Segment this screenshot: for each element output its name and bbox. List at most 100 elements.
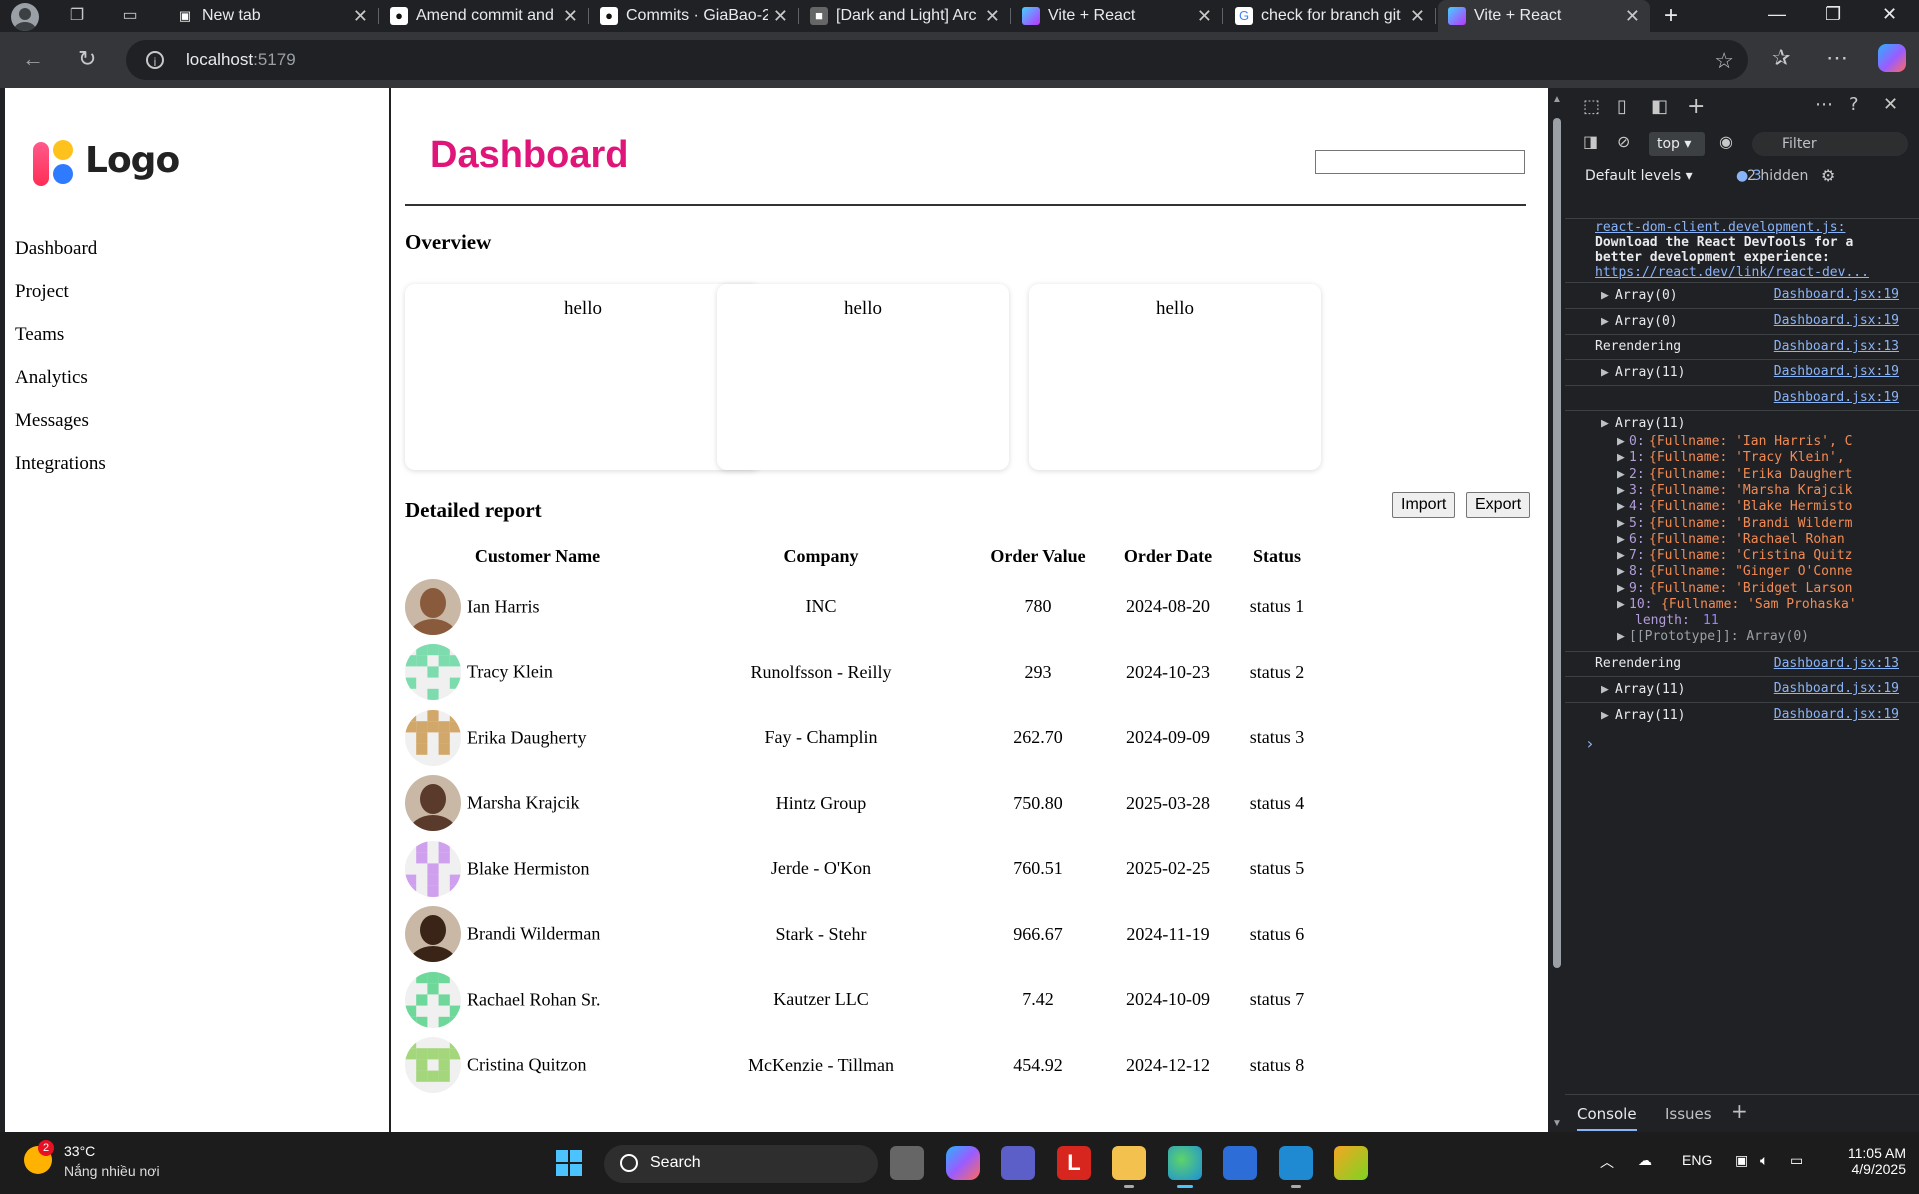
workspaces-icon[interactable]: ❐ <box>67 7 87 25</box>
expand-arrow-icon[interactable]: ▶ <box>1617 499 1625 514</box>
console-source-link[interactable]: Dashboard.jsx:19 <box>1774 707 1899 722</box>
display-icon[interactable]: ▣ <box>1735 1152 1748 1169</box>
array-item[interactable]: {Fullname: 'Blake Hermisto <box>1649 499 1853 514</box>
console-source-link[interactable]: Dashboard.jsx:19 <box>1774 287 1899 302</box>
new-tab-button[interactable]: + <box>1664 2 1678 30</box>
scrollbar-thumb[interactable] <box>1553 118 1561 968</box>
export-button[interactable]: Export <box>1466 492 1531 518</box>
console-source-link[interactable]: Dashboard.jsx:13 <box>1774 656 1899 671</box>
console-link[interactable]: https://react.dev/link/react-dev... <box>1595 265 1869 280</box>
import-button[interactable]: Import <box>1392 492 1456 518</box>
refresh-icon[interactable]: ↻ <box>78 46 96 72</box>
tray-overflow-icon[interactable]: ︿ <box>1600 1152 1614 1172</box>
array-item[interactable]: {Fullname: 'Sam Prohaska' <box>1661 597 1857 612</box>
network-icon[interactable]: ☁ <box>1638 1152 1652 1169</box>
close-tab-icon[interactable]: ✕ <box>353 6 368 27</box>
prototype-entry[interactable]: [[Prototype]]: Array(0) <box>1629 629 1809 644</box>
inspect-element-icon[interactable]: ⬚ <box>1583 96 1600 117</box>
expand-arrow-icon[interactable]: ▶ <box>1601 314 1609 329</box>
close-tab-icon[interactable]: ✕ <box>985 6 1000 27</box>
dock-side-icon[interactable]: ◧ <box>1651 96 1668 117</box>
help-icon[interactable]: ? <box>1849 94 1859 115</box>
expand-arrow-icon[interactable]: ▶ <box>1617 629 1625 644</box>
console-object[interactable]: Array(11) <box>1615 708 1685 723</box>
scroll-up-icon[interactable]: ▲ <box>1552 94 1562 105</box>
console-object[interactable]: Array(11) <box>1615 416 1685 431</box>
close-devtools-icon[interactable]: ✕ <box>1883 94 1898 115</box>
start-button-icon[interactable] <box>556 1150 582 1176</box>
tab-console[interactable]: Console <box>1577 1105 1637 1131</box>
profile-avatar-icon[interactable] <box>11 3 39 31</box>
console-filter-input[interactable]: Filter <box>1752 132 1908 156</box>
array-item[interactable]: {Fullname: 'Marsha Krajcik <box>1649 483 1853 498</box>
clear-console-icon[interactable]: ⊘ <box>1617 132 1630 151</box>
minimize-button[interactable]: — <box>1768 4 1786 25</box>
sidebar-item-dashboard[interactable]: Dashboard <box>15 238 106 281</box>
expand-arrow-icon[interactable]: ▶ <box>1617 564 1625 579</box>
array-item[interactable]: {Fullname: 'Cristina Quitz <box>1649 548 1853 563</box>
restore-button[interactable]: ❐ <box>1825 4 1841 25</box>
expand-arrow-icon[interactable]: ▶ <box>1617 516 1625 531</box>
vscode-icon[interactable] <box>1279 1146 1313 1188</box>
site-info-icon[interactable]: i <box>146 51 164 69</box>
sidebar-item-analytics[interactable]: Analytics <box>15 367 106 410</box>
expand-arrow-icon[interactable]: ▶ <box>1617 597 1625 612</box>
array-item[interactable]: {Fullname: 'Tracy Klein', <box>1649 450 1845 465</box>
sidebar-item-teams[interactable]: Teams <box>15 324 106 367</box>
close-tab-icon[interactable]: ✕ <box>1197 6 1212 27</box>
browser-tab[interactable]: Gcheck for branch git ✕ <box>1225 0 1436 32</box>
array-item[interactable]: {Fullname: 'Erika Daughert <box>1649 467 1853 482</box>
add-drawer-tab-icon[interactable]: + <box>1731 1099 1748 1123</box>
console-link[interactable]: react-dom-client.development.js: <box>1595 220 1845 235</box>
back-icon[interactable]: ← <box>22 46 44 72</box>
expand-arrow-icon[interactable]: ▶ <box>1601 682 1609 697</box>
teams-icon[interactable] <box>1001 1146 1035 1180</box>
sidebar-item-integrations[interactable]: Integrations <box>15 453 106 496</box>
console-source-link[interactable]: Dashboard.jsx:19 <box>1774 390 1899 405</box>
expand-arrow-icon[interactable]: ▶ <box>1601 365 1609 380</box>
live-expression-eye-icon[interactable]: ◉ <box>1719 132 1733 151</box>
browser-tab[interactable]: Vite + React ✕ <box>1012 0 1223 32</box>
console-source-link[interactable]: Dashboard.jsx:19 <box>1774 364 1899 379</box>
volume-icon[interactable]: 🔈︎ <box>1760 1152 1768 1169</box>
expand-arrow-icon[interactable]: ▶ <box>1601 288 1609 303</box>
copilot-app-icon[interactable] <box>946 1146 980 1180</box>
close-tab-icon[interactable]: ✕ <box>773 6 788 27</box>
log-levels-dropdown[interactable]: Default levels ▾ <box>1585 168 1693 184</box>
tab-issues[interactable]: Issues <box>1665 1105 1712 1123</box>
expand-arrow-icon[interactable]: ▶ <box>1617 532 1625 547</box>
favorites-icon[interactable]: ✰ <box>1772 45 1790 71</box>
array-item[interactable]: {Fullname: 'Ian Harris', C <box>1649 434 1853 449</box>
scroll-down-icon[interactable]: ▼ <box>1552 1118 1562 1129</box>
array-item[interactable]: {Fullname: "Ginger O'Conne <box>1649 564 1853 579</box>
sidebar-item-project[interactable]: Project <box>15 281 106 324</box>
task-view-icon[interactable] <box>890 1146 924 1180</box>
context-selector[interactable]: top ▾ <box>1649 132 1705 156</box>
more-menu-icon[interactable]: ⋯ <box>1826 45 1848 71</box>
expand-arrow-icon[interactable]: ▶ <box>1617 450 1625 465</box>
search-input[interactable] <box>1315 150 1525 174</box>
console-prompt-icon[interactable]: › <box>1585 734 1595 753</box>
sidebar-toggle-icon[interactable]: ◨ <box>1583 132 1598 151</box>
expand-arrow-icon[interactable]: ▶ <box>1601 416 1609 431</box>
array-item[interactable]: {Fullname: 'Rachael Rohan <box>1649 532 1845 547</box>
console-object[interactable]: Array(11) <box>1615 682 1685 697</box>
close-tab-icon[interactable]: ✕ <box>563 6 578 27</box>
copilot-icon[interactable] <box>1878 44 1906 72</box>
page-scrollbar[interactable]: ▲ ▼ <box>1549 88 1565 1132</box>
expand-arrow-icon[interactable]: ▶ <box>1601 708 1609 723</box>
console-source-link[interactable]: Dashboard.jsx:19 <box>1774 313 1899 328</box>
console-object[interactable]: Array(11) <box>1615 365 1685 380</box>
close-tab-icon[interactable]: ✕ <box>1625 6 1640 27</box>
expand-arrow-icon[interactable]: ▶ <box>1617 434 1625 449</box>
sidebar-item-messages[interactable]: Messages <box>15 410 106 453</box>
expand-arrow-icon[interactable]: ▶ <box>1617 581 1625 596</box>
array-item[interactable]: {Fullname: 'Bridget Larson <box>1649 581 1853 596</box>
array-item[interactable]: {Fullname: 'Brandi Wilderm <box>1649 516 1853 531</box>
browser-tab[interactable]: Vite + React ✕ <box>1438 0 1650 32</box>
file-explorer-icon[interactable] <box>1112 1146 1146 1188</box>
console-source-link[interactable]: Dashboard.jsx:13 <box>1774 339 1899 354</box>
favorite-star-icon[interactable]: ☆ <box>1714 48 1734 74</box>
console-object[interactable]: Array(0) <box>1615 288 1678 303</box>
browser-tab[interactable]: ▣ New tab ✕ <box>166 0 379 32</box>
